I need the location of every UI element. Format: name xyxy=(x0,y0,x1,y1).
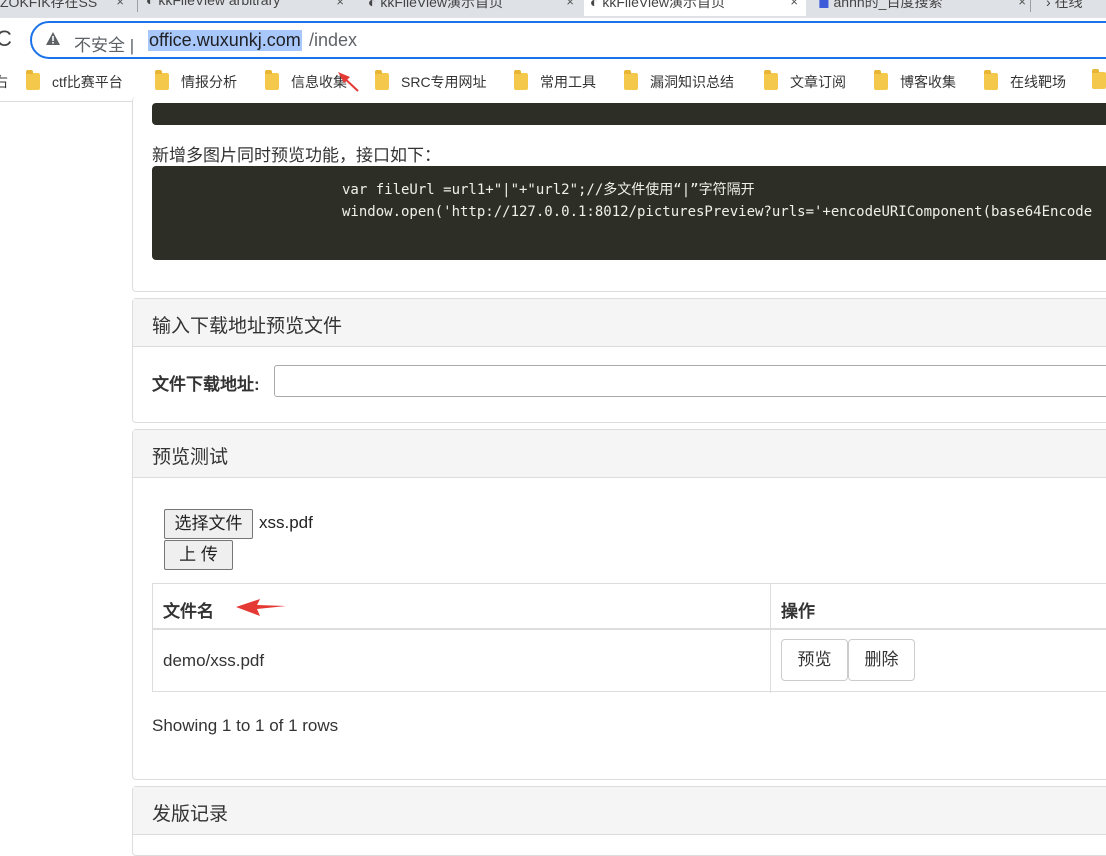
red-arrow-icon xyxy=(338,72,358,91)
red-arrow-icon xyxy=(236,599,286,616)
annotation-overlay xyxy=(0,0,1106,840)
